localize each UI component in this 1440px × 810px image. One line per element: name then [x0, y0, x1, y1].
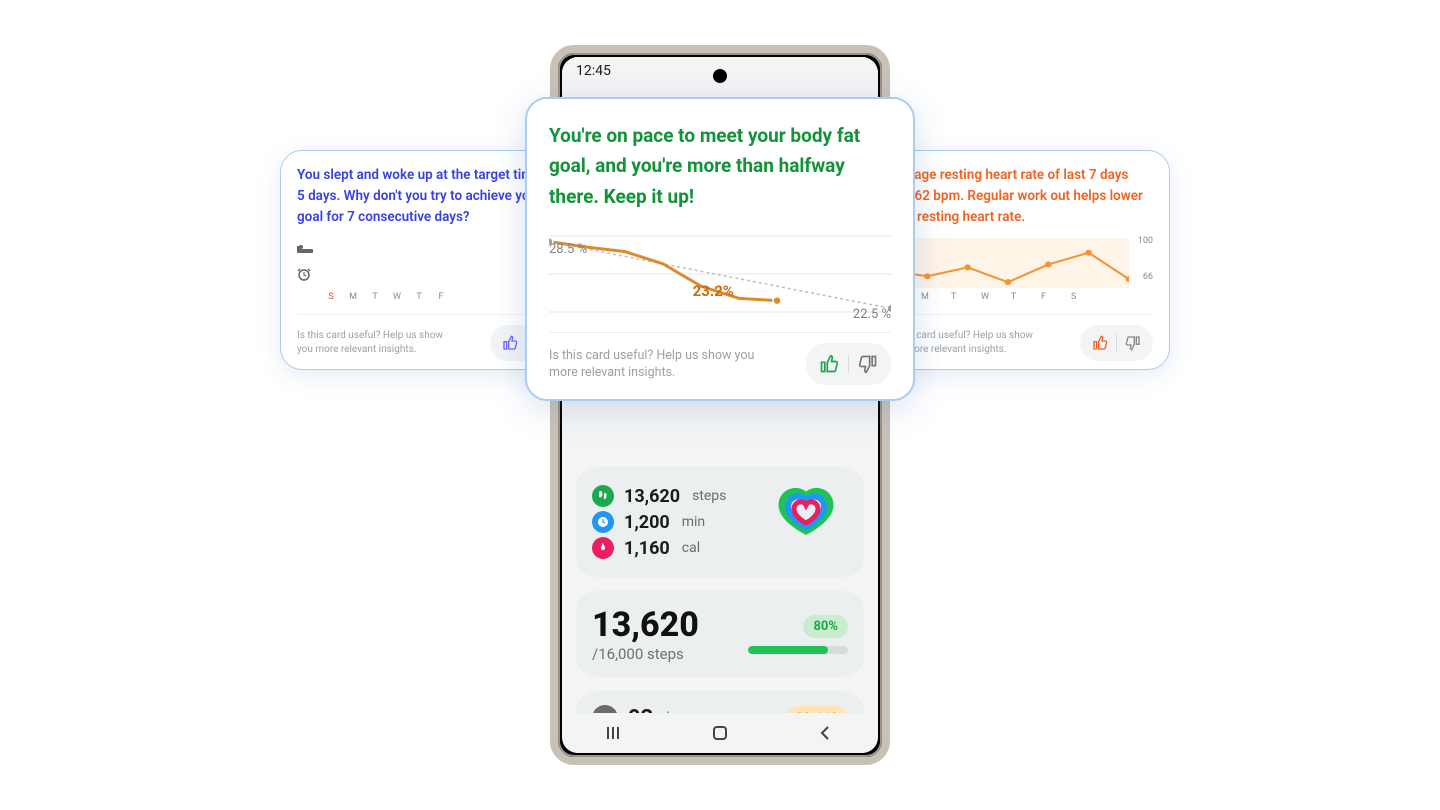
heartrate-day-labels: SMTWTFS	[891, 292, 1153, 302]
clock-icon	[592, 511, 614, 533]
insight-card-heartrate[interactable]: Average resting heart rate of last 7 day…	[870, 150, 1170, 370]
steps-progress-card[interactable]: 13,620 /16,000 steps 80%	[576, 591, 864, 677]
alarm-icon	[297, 266, 313, 285]
status-time: 12:45	[576, 63, 611, 79]
bodyfat-start-label: 28.5 %	[549, 242, 587, 257]
bodyfat-chart: 28.5 % 23.2% 22.5 %	[549, 230, 891, 320]
steps-goal-text: /16,000 steps	[592, 645, 699, 663]
active-min-value: 1,200	[624, 512, 670, 533]
heartrate-insight-title: Average resting heart rate of last 7 day…	[887, 165, 1153, 228]
thumbs-up-button[interactable]	[812, 347, 846, 381]
sleep-row-bedtime	[297, 240, 563, 260]
thumbs-up-button[interactable]	[496, 329, 524, 357]
bodyfat-current-label: 23.2%	[693, 282, 734, 300]
steps-progress-bar	[748, 646, 848, 654]
sleep-insight-title: You slept and woke up at the target time…	[297, 165, 563, 228]
steps-percent-badge: 80%	[803, 615, 848, 638]
feedback-buttons	[1080, 325, 1153, 361]
feedback-prompt: Is this card useful? Help us show you mo…	[549, 347, 761, 382]
calories-value: 1,160	[624, 538, 670, 559]
bodyfat-goal-label: 22.5 %	[853, 307, 891, 322]
hr-y-bottom: 66	[1143, 272, 1153, 282]
camera-hole	[713, 69, 727, 83]
feedback-prompt: Is this card useful? Help us show you mo…	[297, 329, 457, 357]
steps-big-value: 13,620	[592, 605, 699, 645]
steps-value: 13,620	[624, 486, 680, 507]
thumbs-down-button[interactable]	[851, 347, 885, 381]
steps-unit: steps	[692, 488, 726, 504]
active-min-unit: min	[682, 514, 705, 530]
bed-icon	[297, 240, 313, 259]
flame-icon	[592, 537, 614, 559]
heartrate-mini-chart: 100 66	[887, 238, 1153, 288]
bodyfat-insight-title: You're on pace to meet your body fat goa…	[549, 121, 891, 212]
thumbs-down-button[interactable]	[1119, 329, 1147, 357]
thumbs-up-button[interactable]	[1086, 329, 1114, 357]
nav-recents-button[interactable]	[595, 721, 635, 745]
nav-back-button[interactable]	[805, 721, 845, 745]
nav-home-button[interactable]	[700, 721, 740, 745]
activity-summary-card[interactable]: 13,620 steps 1,200 min 1,1	[576, 467, 864, 577]
sleep-row-wake	[297, 266, 563, 286]
calories-unit: cal	[682, 540, 700, 556]
sleep-dot-grid: SMTWTF	[297, 240, 563, 302]
steps-icon	[592, 485, 614, 507]
insight-card-bodyfat[interactable]: You're on pace to meet your body fat goa…	[525, 97, 915, 401]
android-nav-bar	[562, 713, 878, 753]
feedback-buttons	[806, 343, 891, 385]
hr-y-top: 100	[1138, 236, 1153, 246]
activity-rings-icon	[770, 475, 842, 551]
